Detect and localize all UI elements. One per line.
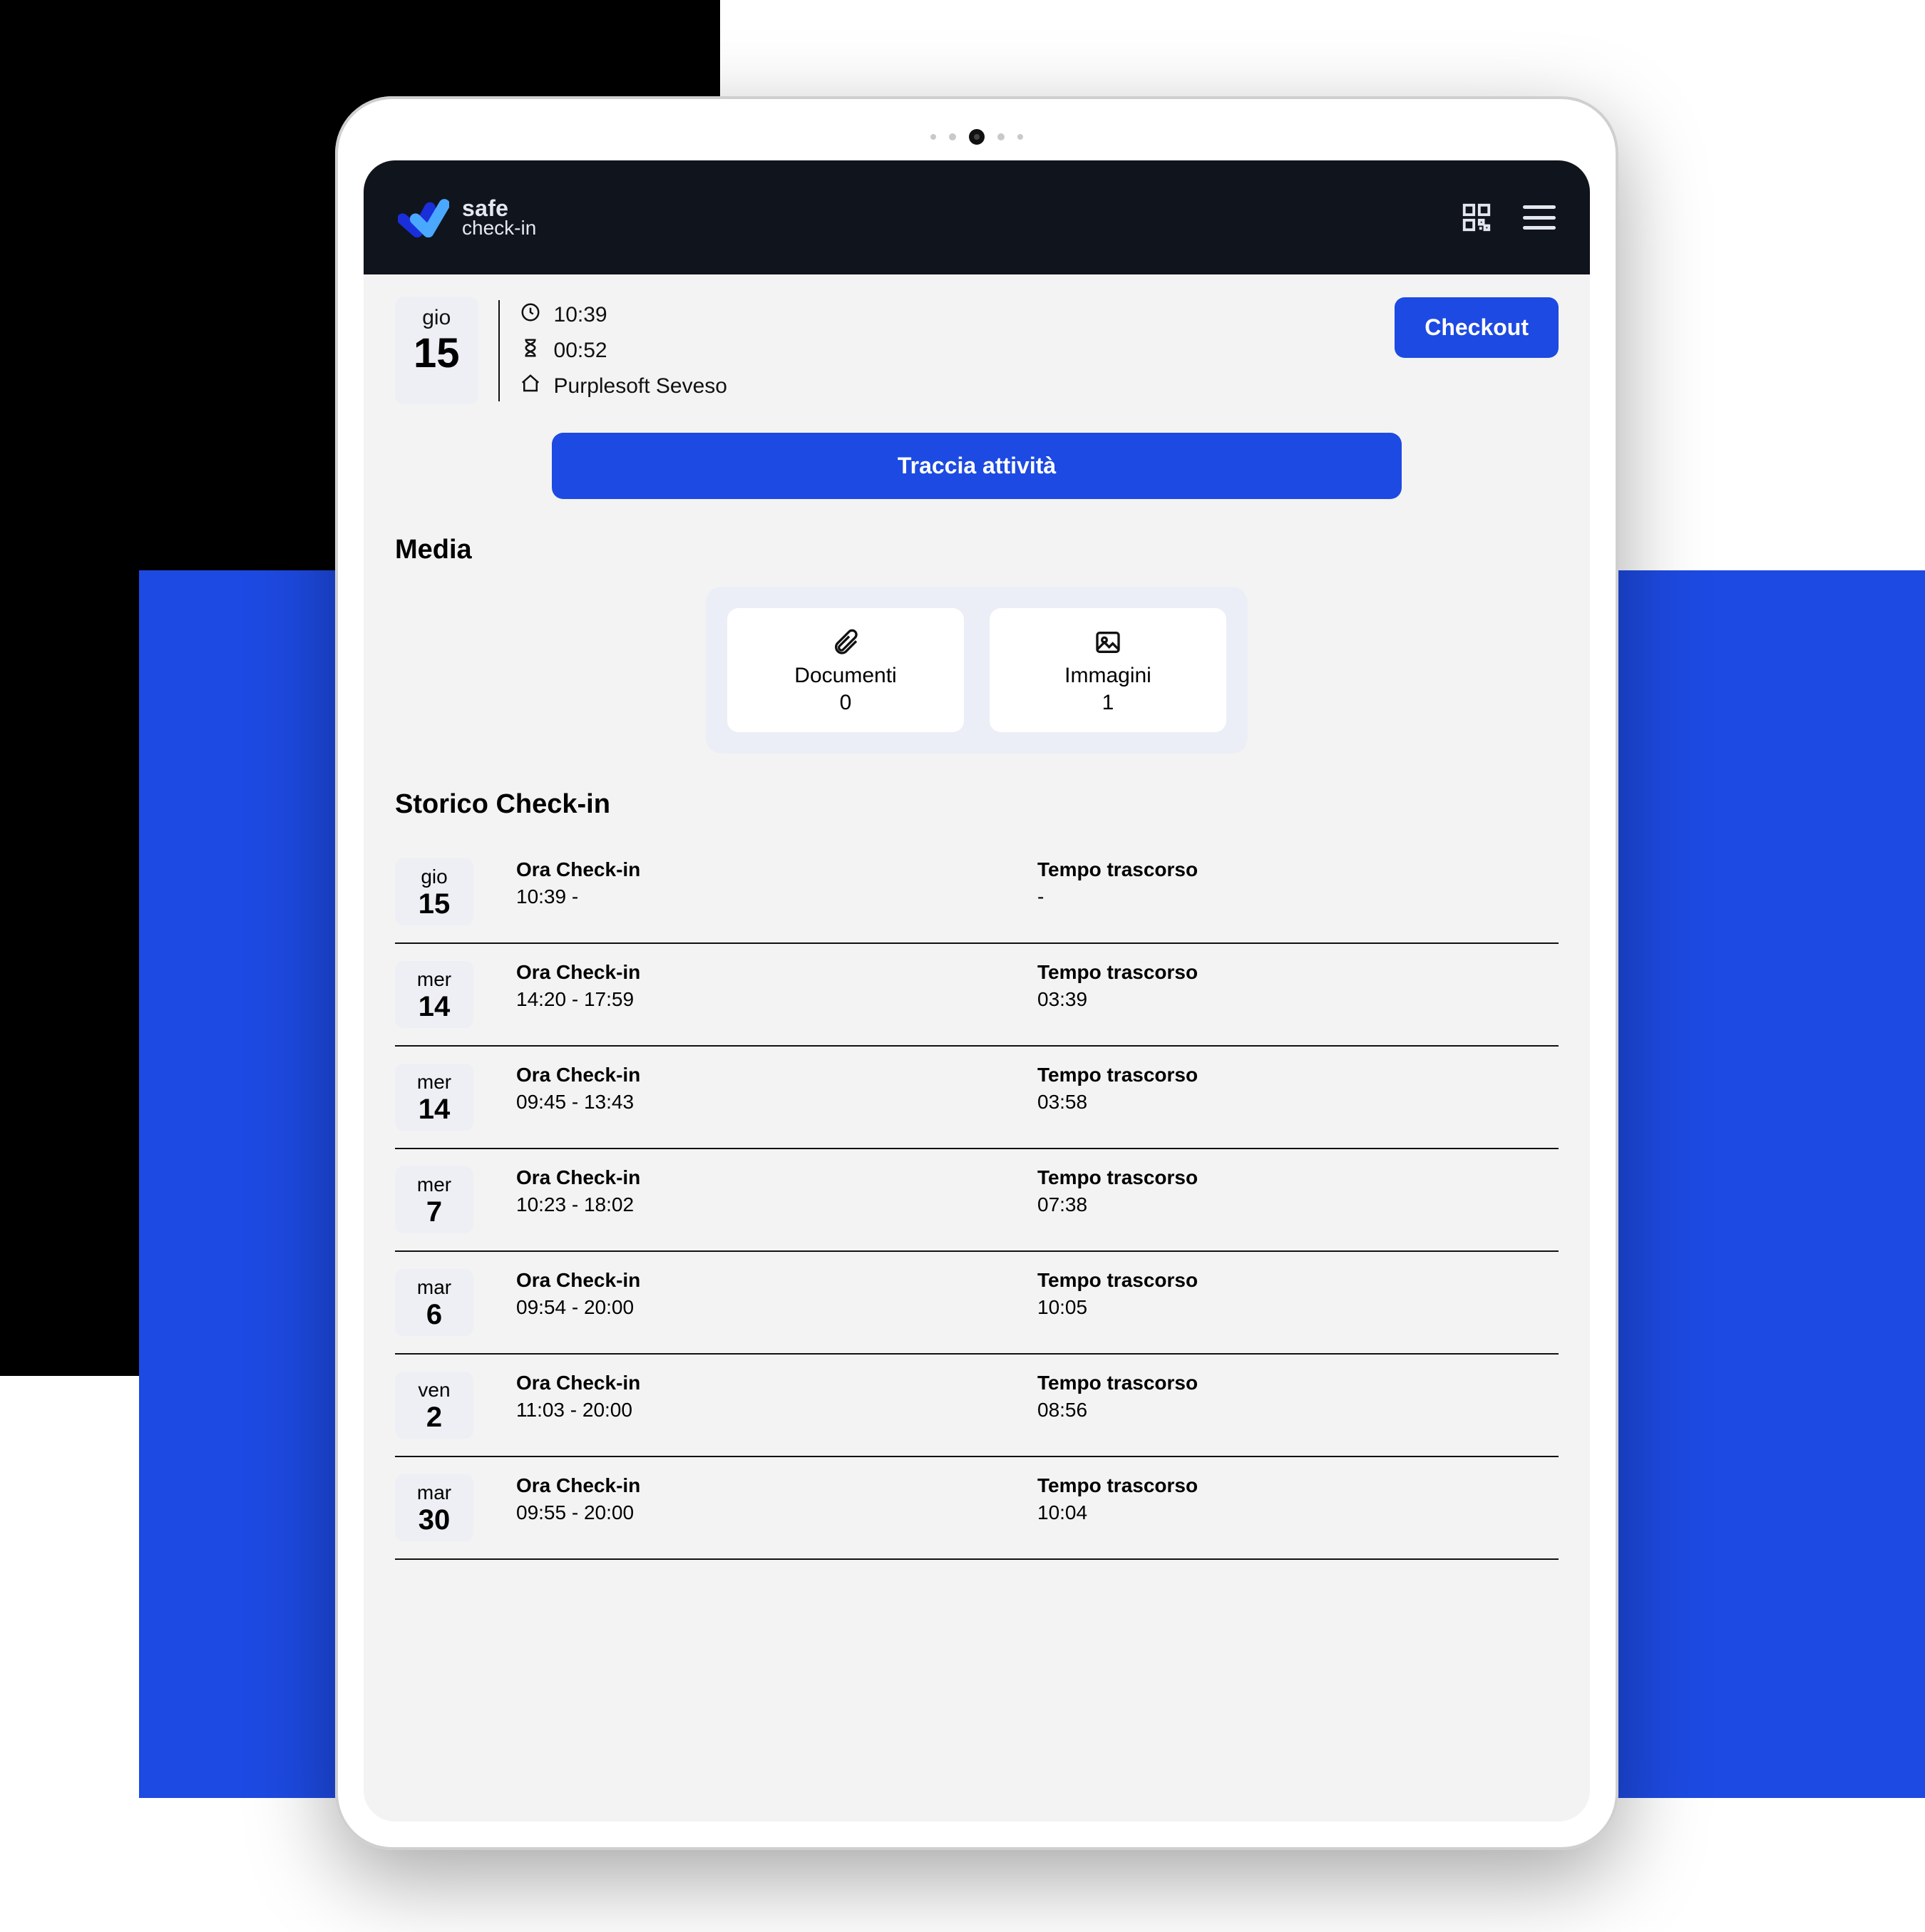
media-documents-label: Documenti xyxy=(727,664,964,688)
history-elapsed-value: 07:38 xyxy=(1037,1193,1559,1216)
history-row[interactable]: gio15 Ora Check-in 10:39 -Tempo trascorso - xyxy=(395,841,1559,944)
history-checkin-label: Ora Check-in xyxy=(516,1166,1037,1189)
history-date-chip: ven2 xyxy=(395,1372,473,1439)
media-documents-tile[interactable]: Documenti 0 xyxy=(727,608,964,732)
history-list: gio15Ora Check-in10:39 -Tempo trascorso-… xyxy=(395,841,1559,1560)
history-day: 14 xyxy=(395,1095,473,1124)
history-day: 15 xyxy=(395,890,473,918)
history-day: 30 xyxy=(395,1506,473,1534)
history-elapsed-label: Tempo trascorso xyxy=(1037,1474,1559,1497)
session-elapsed: 00:52 xyxy=(554,339,607,363)
brand-logo[interactable]: safe check-in xyxy=(398,192,536,243)
history-dow: gio xyxy=(395,865,473,888)
history-dow: mar xyxy=(395,1276,473,1299)
history-checkin-value: 10:39 - xyxy=(516,885,1037,908)
session-day-of-week: gio xyxy=(414,306,460,330)
media-images-tile[interactable]: Immagini 1 xyxy=(990,608,1226,732)
session-location: Purplesoft Seveso xyxy=(554,374,727,399)
session-day-number: 15 xyxy=(414,333,460,374)
history-checkin-label: Ora Check-in xyxy=(516,858,1037,881)
history-day: 14 xyxy=(395,992,473,1021)
history-elapsed-value: 10:05 xyxy=(1037,1296,1559,1319)
tablet-camera xyxy=(930,129,1023,145)
history-elapsed-value: - xyxy=(1037,885,1559,908)
history-row[interactable]: mer14 Ora Check-in 14:20 - 17:59Tempo tras… xyxy=(395,944,1559,1047)
checkout-button[interactable]: Checkout xyxy=(1395,297,1559,358)
history-checkin-value: 11:03 - 20:00 xyxy=(516,1399,1037,1422)
app-screen: safe check-in xyxy=(364,160,1590,1821)
tablet-frame: safe check-in xyxy=(335,96,1618,1850)
history-elapsed-label: Tempo trascorso xyxy=(1037,1064,1559,1086)
media-documents-count: 0 xyxy=(727,691,964,715)
history-elapsed-label: Tempo trascorso xyxy=(1037,1372,1559,1394)
history-date-chip: mer14 xyxy=(395,1064,473,1131)
history-row[interactable]: mar6 Ora Check-in 09:54 - 20:00Tempo trasc… xyxy=(395,1252,1559,1355)
history-date-chip: mer14 xyxy=(395,961,473,1028)
history-date-chip: mar6 xyxy=(395,1269,473,1336)
history-date-chip: gio15 xyxy=(395,858,473,925)
history-section-title: Storico Check-in xyxy=(395,789,1559,820)
history-elapsed-label: Tempo trascorso xyxy=(1037,961,1559,984)
history-elapsed-value: 03:58 xyxy=(1037,1091,1559,1114)
history-row[interactable]: mar30 Ora Check-in 09:55 - 20:00Tempo tras… xyxy=(395,1457,1559,1560)
history-day: 2 xyxy=(395,1403,473,1432)
image-icon xyxy=(990,628,1226,657)
history-elapsed-label: Tempo trascorso xyxy=(1037,1269,1559,1292)
history-row[interactable]: mer14 Ora Check-in 09:45 - 13:43Tempo tras… xyxy=(395,1047,1559,1149)
history-dow: mer xyxy=(395,1173,473,1196)
clock-icon xyxy=(520,302,541,329)
session-panel: gio 15 10:39 xyxy=(395,297,1559,404)
history-checkin-value: 09:45 - 13:43 xyxy=(516,1091,1037,1114)
home-icon xyxy=(520,373,541,400)
history-checkin-label: Ora Check-in xyxy=(516,1269,1037,1292)
media-images-count: 1 xyxy=(990,691,1226,715)
history-checkin-label: Ora Check-in xyxy=(516,1064,1037,1086)
session-date-chip: gio 15 xyxy=(395,297,478,404)
media-images-label: Immagini xyxy=(990,664,1226,688)
history-row[interactable]: ven2 Ora Check-in 11:03 - 20:00Tempo trasc… xyxy=(395,1355,1559,1457)
history-day: 6 xyxy=(395,1300,473,1329)
session-time-row: 10:39 xyxy=(520,302,727,329)
history-date-chip: mar30 xyxy=(395,1474,473,1541)
menu-icon[interactable] xyxy=(1523,205,1556,230)
history-elapsed-value: 03:39 xyxy=(1037,988,1559,1011)
history-elapsed-label: Tempo trascorso xyxy=(1037,858,1559,881)
divider xyxy=(498,300,500,401)
history-dow: mar xyxy=(395,1481,473,1504)
history-checkin-label: Ora Check-in xyxy=(516,1372,1037,1394)
history-date-chip: mer7 xyxy=(395,1166,473,1233)
navbar: safe check-in xyxy=(364,160,1590,274)
history-elapsed-value: 08:56 xyxy=(1037,1399,1559,1422)
history-day: 7 xyxy=(395,1198,473,1226)
history-checkin-label: Ora Check-in xyxy=(516,1474,1037,1497)
paperclip-icon xyxy=(727,628,964,657)
history-checkin-value: 14:20 - 17:59 xyxy=(516,988,1037,1011)
media-card-group: Documenti 0 Immagini 1 xyxy=(706,587,1248,754)
brand-text: safe check-in xyxy=(462,197,536,238)
history-checkin-value: 09:55 - 20:00 xyxy=(516,1501,1037,1524)
history-dow: mer xyxy=(395,1071,473,1094)
hourglass-icon xyxy=(520,337,541,364)
history-checkin-value: 10:23 - 18:02 xyxy=(516,1193,1037,1216)
session-elapsed-row: 00:52 xyxy=(520,337,727,364)
track-activity-button[interactable]: Traccia attività xyxy=(552,433,1402,499)
session-clock-time: 10:39 xyxy=(554,303,607,327)
history-checkin-value: 09:54 - 20:00 xyxy=(516,1296,1037,1319)
session-location-row: Purplesoft Seveso xyxy=(520,373,727,400)
history-elapsed-label: Tempo trascorso xyxy=(1037,1166,1559,1189)
history-checkin-label: Ora Check-in xyxy=(516,961,1037,984)
history-row[interactable]: mer7 Ora Check-in 10:23 - 18:02Tempo trasc… xyxy=(395,1149,1559,1252)
checkmark-icon xyxy=(398,192,449,243)
history-dow: mer xyxy=(395,968,473,991)
history-elapsed-value: 10:04 xyxy=(1037,1501,1559,1524)
history-dow: ven xyxy=(395,1379,473,1402)
media-section-title: Media xyxy=(395,535,1559,565)
qr-icon[interactable] xyxy=(1460,201,1493,234)
